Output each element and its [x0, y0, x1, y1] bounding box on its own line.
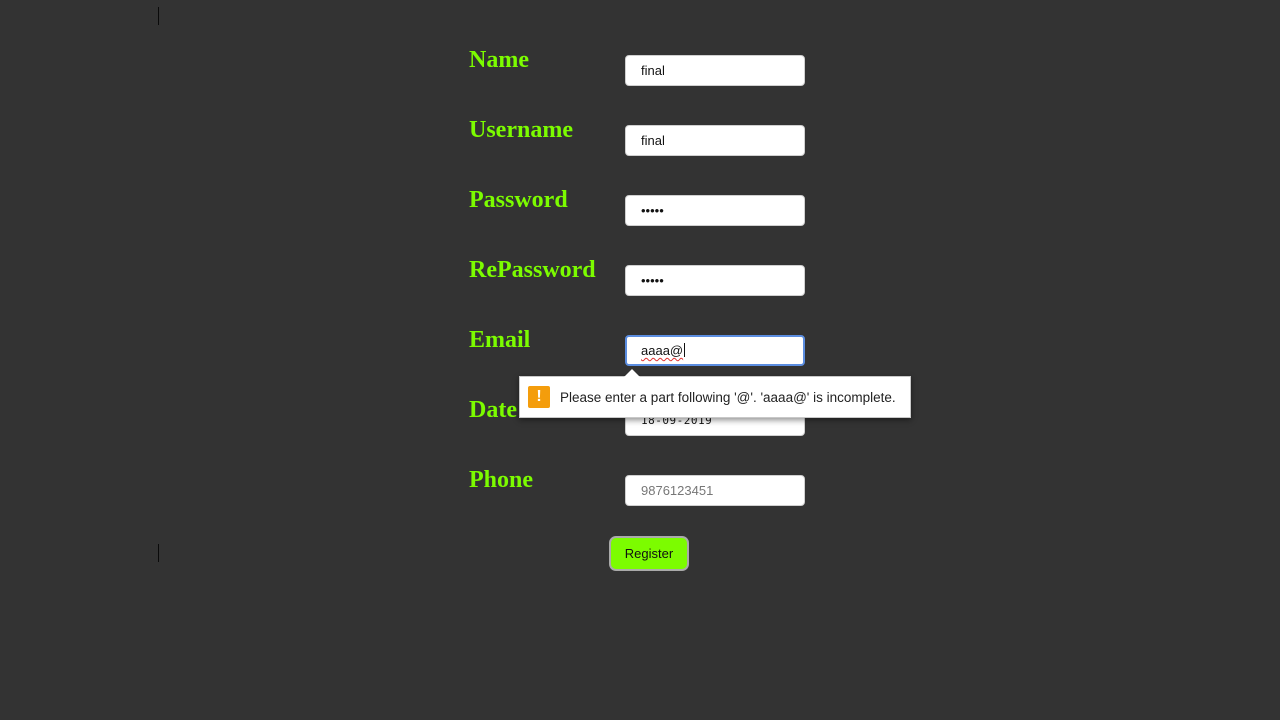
email-validation-tooltip: ! Please enter a part following '@'. 'aa… — [519, 369, 911, 418]
tooltip-arrow — [624, 369, 640, 377]
username-input-value: final — [641, 133, 665, 148]
text-caret-bottom — [158, 544, 159, 562]
email-label: Email — [469, 327, 531, 353]
phone-input-placeholder: 9876123451 — [641, 483, 714, 498]
password-label: Password — [469, 187, 568, 213]
warning-icon: ! — [528, 386, 550, 408]
email-input[interactable]: aaaa@ — [625, 335, 805, 366]
name-label: Name — [469, 47, 529, 73]
phone-label: Phone — [469, 467, 534, 493]
repassword-input-value: ••••• — [641, 273, 664, 288]
validation-message: Please enter a part following '@'. 'aaaa… — [560, 389, 896, 405]
email-input-value: aaaa@ — [641, 343, 684, 358]
name-input-value: final — [641, 63, 665, 78]
name-input[interactable]: final — [625, 55, 805, 86]
password-input[interactable]: ••••• — [625, 195, 805, 226]
text-caret-top — [158, 7, 159, 25]
registration-page: Name final Username final Password •••••… — [0, 0, 1280, 720]
phone-input[interactable]: 9876123451 — [625, 475, 805, 506]
repassword-input[interactable]: ••••• — [625, 265, 805, 296]
register-button[interactable]: Register — [609, 536, 689, 571]
date-label: Date — [469, 397, 517, 423]
text-cursor — [684, 343, 686, 357]
repassword-label: RePassword — [469, 257, 596, 283]
username-input[interactable]: final — [625, 125, 805, 156]
username-label: Username — [469, 117, 573, 143]
password-input-value: ••••• — [641, 203, 664, 218]
